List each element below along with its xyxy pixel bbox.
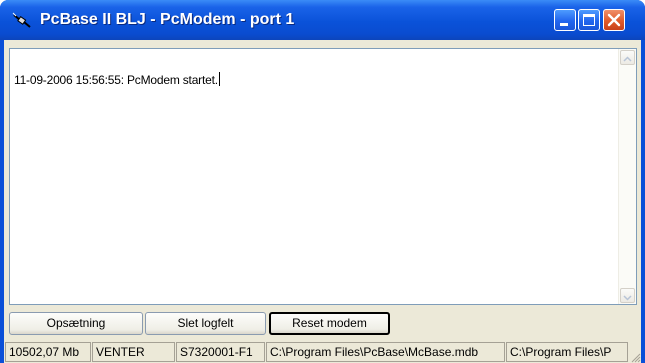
maximize-button[interactable]	[578, 9, 600, 31]
status-panel-path: C:\Program Files\P	[506, 342, 628, 362]
text-caret	[218, 72, 220, 86]
minimize-button[interactable]	[554, 9, 576, 31]
log-textarea[interactable]: 11-09-2006 15:56:55: PcModem startet.	[9, 48, 637, 305]
chevron-down-icon	[623, 295, 632, 301]
close-button[interactable]	[603, 9, 625, 31]
title-bar[interactable]: PcBase II BLJ - PcModem - port 1	[0, 0, 645, 40]
chevron-up-icon	[623, 56, 632, 62]
vertical-scrollbar[interactable]	[618, 49, 636, 304]
clear-log-button[interactable]: Slet logfelt	[145, 312, 266, 335]
status-panel-size: 10502,07 Mb	[5, 342, 91, 362]
scroll-up-button[interactable]	[620, 50, 635, 65]
maximize-icon	[583, 14, 595, 26]
status-bar: 10502,07 Mb VENTER S7320001-F1 C:\Progra…	[4, 340, 641, 363]
status-panel-state: VENTER	[92, 342, 175, 362]
main-window: PcBase II BLJ - PcModem - port 1 11-09-2…	[0, 0, 645, 363]
close-icon	[607, 13, 621, 27]
reset-modem-button[interactable]: Reset modem	[269, 312, 390, 335]
minimize-icon	[560, 23, 568, 26]
window-client-area: 11-09-2006 15:56:55: PcModem startet. Op…	[4, 40, 641, 363]
setup-button[interactable]: Opsætning	[9, 312, 143, 335]
plug-icon	[12, 11, 32, 29]
status-panel-id: S7320001-F1	[176, 342, 265, 362]
scroll-down-button[interactable]	[620, 288, 635, 303]
resize-grip-icon[interactable]	[629, 351, 641, 363]
status-panel-database: C:\Program Files\PcBase\McBase.mdb	[266, 342, 505, 362]
log-line: 11-09-2006 15:56:55: PcModem startet.	[14, 73, 218, 87]
window-title: PcBase II BLJ - PcModem - port 1	[40, 11, 295, 28]
